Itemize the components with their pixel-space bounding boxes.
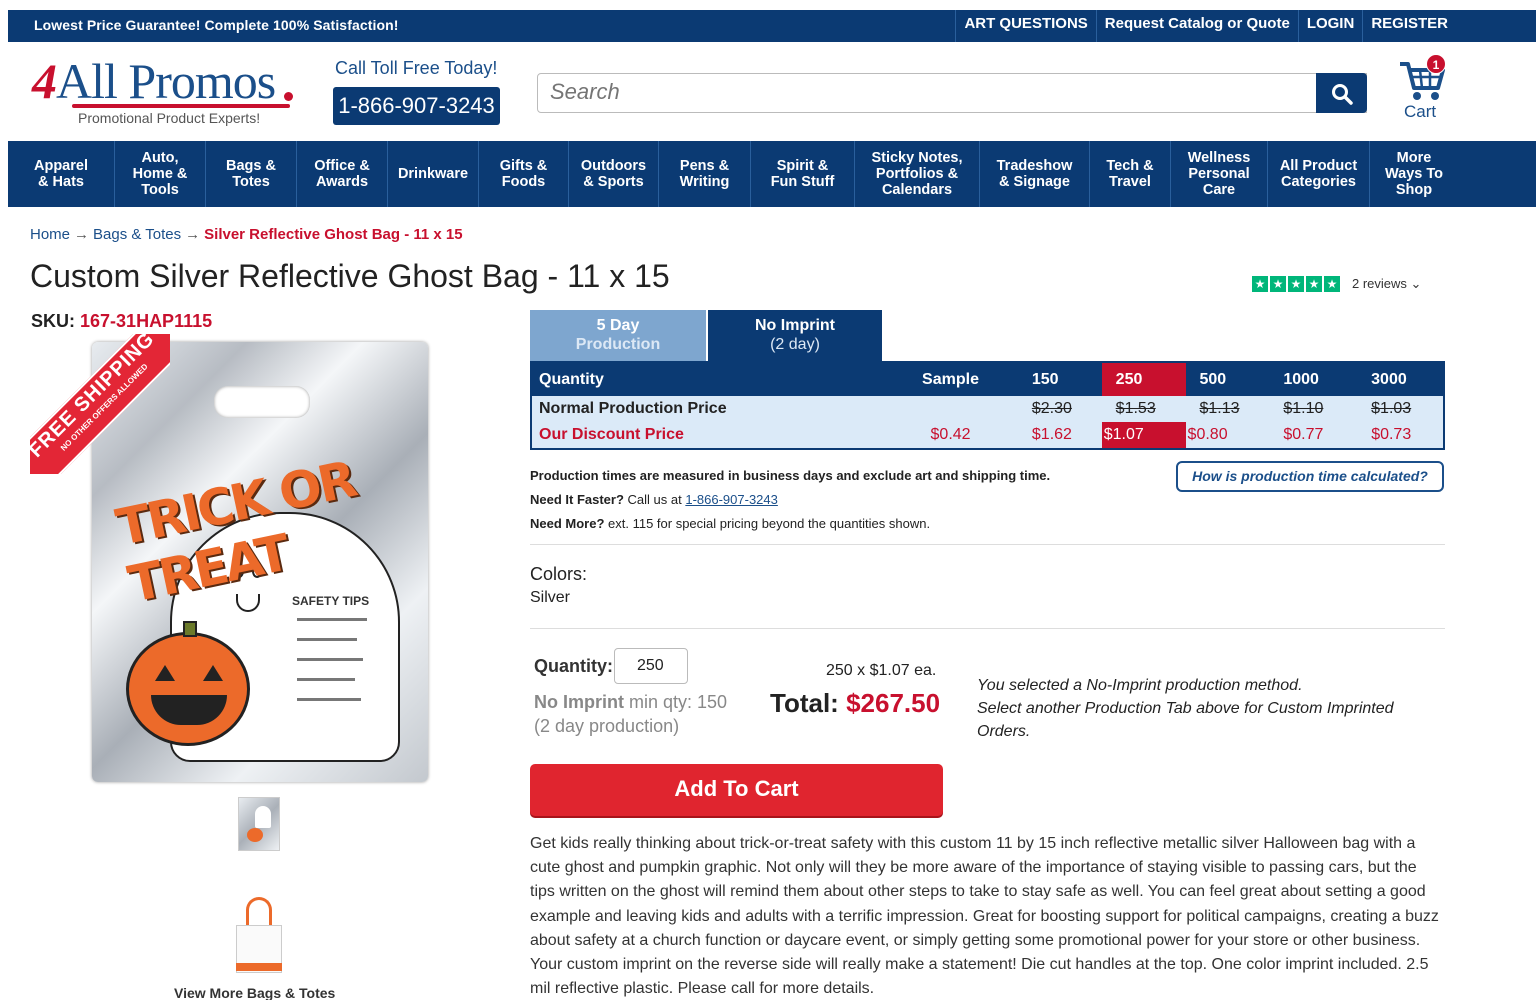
call-label: Call Toll Free Today! xyxy=(335,58,498,78)
cart-button[interactable]: 1 Cart xyxy=(1396,54,1450,124)
review-rating[interactable]: ★ ★ ★ ★ ★ 2 reviews ⌄ xyxy=(1252,276,1421,292)
nav-apparel-hats[interactable]: Apparel & Hats xyxy=(8,141,115,207)
cart-label: Cart xyxy=(1404,102,1437,121)
star-icon: ★ xyxy=(1288,276,1304,292)
search-icon xyxy=(1332,84,1353,105)
cart-count-badge: 1 xyxy=(1426,54,1446,74)
product-description: Get kids really thinking about trick-or-… xyxy=(530,835,1439,998)
each-price: 250 x $1.07 ea. xyxy=(826,662,937,679)
breadcrumb-home[interactable]: Home xyxy=(30,226,70,243)
star-icon: ★ xyxy=(1252,276,1268,292)
nav-tech-travel[interactable]: Tech & Travel xyxy=(1090,141,1171,207)
discount-price-row: Our Discount Price $0.42 $1.62 $1.07 $0.… xyxy=(532,422,1443,448)
ghost-mouth xyxy=(236,594,260,612)
production-notes: Production times are measured in busines… xyxy=(530,468,1051,531)
price-table: Quantity Sample 150 250 500 1000 3000 No… xyxy=(530,361,1445,450)
how-production-time-button[interactable]: How is production time calculated? xyxy=(1176,461,1444,492)
bag-handle xyxy=(214,386,310,418)
call-box: Call Toll Free Today! 1-866-907-3243 xyxy=(333,58,503,125)
product-thumbnail[interactable] xyxy=(238,797,280,851)
total-amount: $267.50 xyxy=(846,688,941,718)
order-total: Total: $267.50 xyxy=(770,688,941,718)
nav-bags-totes[interactable]: Bags & Totes xyxy=(206,141,297,207)
safety-tips-text: SAFETY TIPS xyxy=(292,594,370,608)
star-icon: ★ xyxy=(1270,276,1286,292)
star-rating-icons: ★ ★ ★ ★ ★ xyxy=(1252,276,1340,292)
phone-link[interactable]: 1-866-907-3243 xyxy=(685,492,778,507)
logo-dot xyxy=(284,92,293,101)
breadcrumb-current: Silver Reflective Ghost Bag - 11 x 15 xyxy=(204,226,463,243)
nav-spirit-fun-stuff[interactable]: Spirit & Fun Stuff xyxy=(751,141,855,207)
nav-auto-home-tools[interactable]: Auto, Home & Tools xyxy=(115,141,206,207)
selection-info: You selected a No-Imprint production met… xyxy=(977,677,1394,740)
sku: SKU: 167-31HAP1115 xyxy=(31,311,213,331)
request-catalog-link[interactable]: Request Catalog or Quote xyxy=(1095,10,1298,42)
quantity-label: Quantity: xyxy=(534,656,613,676)
reviews-count-dropdown[interactable]: 2 reviews ⌄ xyxy=(1352,276,1421,292)
add-to-cart-button[interactable]: Add To Cart xyxy=(530,764,943,816)
product-title: Custom Silver Reflective Ghost Bag - 11 … xyxy=(30,258,670,294)
color-value: Silver xyxy=(530,589,571,606)
nav-all-product-categories[interactable]: All Product Categories xyxy=(1268,141,1370,207)
nav-tradeshow-signage[interactable]: Tradeshow & Signage xyxy=(980,141,1090,207)
divider xyxy=(530,628,1445,629)
phone-number-button[interactable]: 1-866-907-3243 xyxy=(333,87,500,125)
nav-outdoors-sports[interactable]: Outdoors & Sports xyxy=(569,141,659,207)
free-shipping-ribbon: FREE SHIPPING NO OTHER OFFERS ALLOWED xyxy=(30,334,170,474)
logo-wordmark: 4All Promos xyxy=(32,53,276,109)
price-table-header: Quantity Sample 150 250 500 1000 3000 xyxy=(532,363,1443,396)
sku-code: 167-31HAP1115 xyxy=(80,311,213,331)
site-logo[interactable]: 4All Promos Promotional Product Experts! xyxy=(32,52,302,130)
tote-bag-image[interactable] xyxy=(236,897,282,977)
min-quantity-note: No Imprint min qty: 150 (2 day productio… xyxy=(534,692,728,736)
breadcrumb-arrow-icon: → xyxy=(185,226,201,243)
art-questions-link[interactable]: ART QUESTIONS xyxy=(955,10,1095,42)
no-other-offers-text: NO OTHER OFFERS ALLOWED xyxy=(58,361,150,453)
tab-5-day-production[interactable]: 5 Day Production xyxy=(530,310,706,362)
star-icon: ★ xyxy=(1306,276,1322,292)
breadcrumb: Home → Bags & Totes → Silver Reflective Ghos… xyxy=(30,226,463,243)
nav-wellness-personal-care[interactable]: Wellness Personal Care xyxy=(1171,141,1268,207)
production-note: Production times are measured in busines… xyxy=(530,468,1051,483)
search-input[interactable] xyxy=(538,74,1308,110)
register-link[interactable]: REGISTER xyxy=(1362,10,1456,42)
top-bar: Lowest Price Guarantee! Complete 100% Sa… xyxy=(8,10,1536,42)
breadcrumb-category[interactable]: Bags & Totes xyxy=(93,226,181,243)
star-icon: ★ xyxy=(1324,276,1340,292)
search-button[interactable] xyxy=(1316,73,1367,113)
quantity-input[interactable] xyxy=(614,648,688,684)
nav-more-ways-to-shop[interactable]: More Ways To Shop xyxy=(1370,141,1458,207)
pumpkin-illustration xyxy=(126,621,250,746)
logo-tagline: Promotional Product Experts! xyxy=(78,110,261,126)
login-link[interactable]: LOGIN xyxy=(1297,10,1363,42)
tab-no-imprint[interactable]: No Imprint (2 day) xyxy=(708,310,882,364)
colors-label: Colors: xyxy=(530,564,588,584)
top-links: ART QUESTIONS Request Catalog or Quote L… xyxy=(955,10,1456,42)
search-box xyxy=(537,73,1367,113)
nav-pens-writing[interactable]: Pens & Writing xyxy=(659,141,751,207)
divider xyxy=(530,544,1445,545)
promo-banner-text: Lowest Price Guarantee! Complete 100% Sa… xyxy=(34,17,399,33)
breadcrumb-arrow-icon: → xyxy=(74,226,90,243)
logo-swoosh xyxy=(72,104,290,108)
nav-sticky-notes-portfolios-calendars[interactable]: Sticky Notes, Portfolios & Calendars xyxy=(855,141,980,207)
view-more-bags-link[interactable]: View More Bags & Totes xyxy=(174,985,335,1000)
nav-office-awards[interactable]: Office & Awards xyxy=(297,141,388,207)
product-image[interactable]: SAFETY TIPS TRICK OR TREAT FREE SHIPPING… xyxy=(30,334,430,784)
category-nav: Apparel & Hats Auto, Home & Tools Bags &… xyxy=(8,141,1536,207)
nav-drinkware[interactable]: Drinkware xyxy=(388,141,479,207)
normal-price-row: Normal Production Price $2.30 $1.53 $1.1… xyxy=(539,400,1412,417)
nav-gifts-foods[interactable]: Gifts & Foods xyxy=(479,141,569,207)
